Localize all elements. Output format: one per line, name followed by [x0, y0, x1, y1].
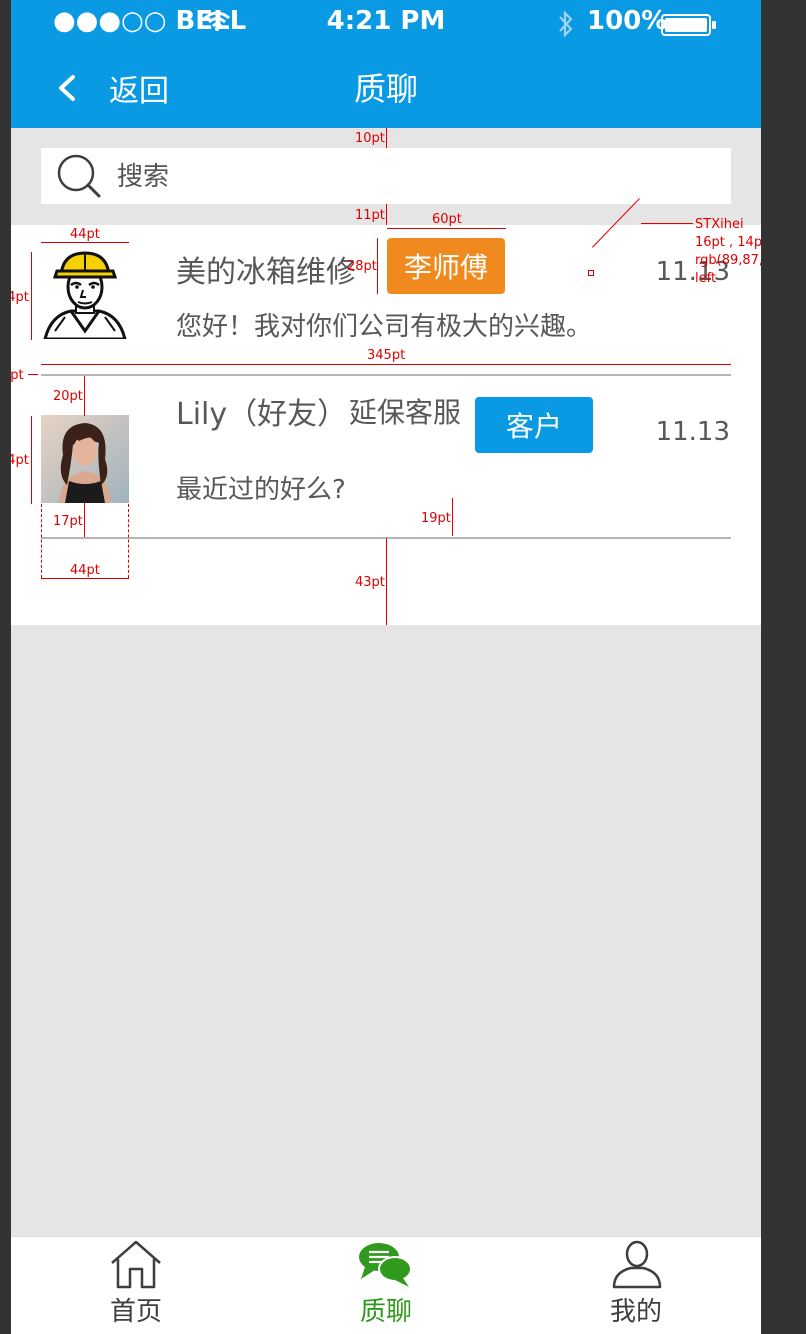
phone-screen: ●●●○○ BELL 4:21 PM 100% 返回 质聊 搜索 美的冰箱维修 … — [11, 0, 761, 1334]
chat-bubbles-icon — [359, 1243, 412, 1287]
tab-label: 首页 — [109, 1297, 162, 1327]
worker-avatar-image — [41, 251, 129, 339]
user-icon — [612, 1240, 662, 1289]
annotation-label: 345pt — [367, 348, 406, 363]
home-icon — [111, 1240, 161, 1289]
annotation-label: 16pt , 14pt , 12pt — [695, 235, 761, 250]
page-title: 质聊 — [353, 70, 418, 108]
tab-bar: 首页 质聊 我的 — [11, 1236, 761, 1334]
header-bar: ●●●○○ BELL 4:21 PM 100% 返回 质聊 — [11, 0, 761, 128]
tab-label: 我的 — [609, 1297, 662, 1327]
list-item[interactable]: Lily（好友） 延保客服 客户 11.13 最近过的好么? — [11, 375, 761, 525]
annotation-label: 43pt — [355, 575, 385, 590]
search-icon — [57, 154, 101, 198]
conversation-message: 最近过的好么? — [176, 475, 346, 505]
annotation-label: 19pt — [421, 511, 451, 526]
annotation-label: 20pt — [53, 389, 83, 404]
annotation-label: 44pt — [11, 290, 29, 305]
annotation-label: 44pt — [70, 227, 100, 242]
search-bar[interactable] — [41, 148, 731, 206]
contact-tag: 客户 — [475, 397, 593, 453]
conversation-subtitle: 延保客服 — [349, 396, 462, 429]
battery-percent: 100% — [587, 6, 668, 36]
contact-tag: 李师傅 — [387, 238, 505, 294]
worker-avatar — [41, 251, 129, 339]
woman-photo-avatar — [41, 415, 129, 503]
search-input[interactable] — [115, 148, 721, 206]
annotation-label: 17pt — [53, 514, 83, 529]
conversation-date: 11.13 — [655, 417, 730, 447]
annotation-label: 44pt — [11, 453, 29, 468]
woman-photo-image — [41, 415, 129, 503]
tab-profile[interactable]: 我的 — [511, 1237, 761, 1334]
tab-home[interactable]: 首页 — [11, 1237, 261, 1334]
annotation-label: 1pt — [11, 368, 24, 383]
status-bar: ●●●○○ BELL 4:21 PM 100% — [11, 0, 761, 44]
conversation-message: 您好！我对你们公司有极大的兴趣。 — [176, 312, 593, 342]
annotation-label: rgb(89,87,87) — [695, 253, 761, 268]
battery-icon — [661, 14, 716, 36]
annotation-label: left — [695, 271, 717, 286]
bluetooth-icon — [559, 10, 573, 38]
annotation-label: 44pt — [70, 563, 100, 578]
annotation-label: 11pt — [355, 208, 385, 223]
annotation-label: STXihei — [695, 217, 744, 232]
annotation-label: 60pt — [432, 212, 462, 227]
annotation-label: 10pt — [355, 131, 385, 146]
annotation-label: 28pt — [347, 259, 377, 274]
tab-chat[interactable]: 质聊 — [261, 1237, 511, 1334]
conversation-name: 美的冰箱维修 — [176, 255, 356, 290]
conversation-name: Lily（好友） — [176, 397, 348, 432]
tab-label: 质聊 — [359, 1297, 412, 1327]
